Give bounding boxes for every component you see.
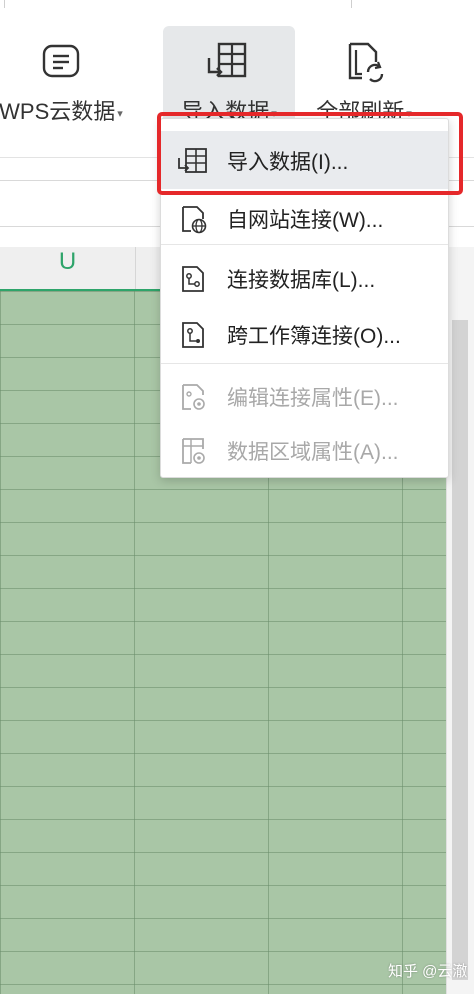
menu-item-label: 自网站连接(W)... — [227, 209, 384, 232]
menu-item-cross-workbook-connection[interactable]: 跨工作簿连接(O)... — [161, 305, 448, 363]
import-data-icon — [205, 38, 253, 89]
menu-item-database-connection[interactable]: 连接数据库(L)... — [161, 249, 448, 307]
menu-item-label: 跨工作簿连接(O)... — [227, 325, 401, 348]
cross-workbook-connection-icon — [177, 320, 209, 355]
menu-item-label: 编辑连接属性(E)... — [227, 387, 399, 410]
database-connection-icon — [177, 264, 209, 299]
column-separator[interactable] — [135, 247, 136, 289]
menu-separator — [161, 244, 448, 245]
ribbon-divider — [351, 0, 352, 8]
wps-cloud-data-button[interactable]: WPS云数据 ▾ — [0, 26, 136, 130]
highlight-annotation — [157, 112, 463, 195]
chevron-down-icon: ▾ — [117, 107, 123, 120]
ribbon-divider — [4, 0, 5, 8]
column-header-u[interactable]: U — [0, 248, 135, 276]
menu-item-label: 数据区域属性(A)... — [227, 441, 399, 464]
wps-cloud-data-label: WPS云数据 — [0, 99, 116, 124]
menu-item-connection-properties[interactable]: 编辑连接属性(E)... — [161, 367, 448, 425]
scrollbar-thumb[interactable] — [452, 320, 468, 980]
web-connection-icon — [177, 204, 209, 239]
watermark: 知乎 @云澈 — [388, 963, 468, 980]
menu-item-web-connection[interactable]: 自网站连接(W)... — [161, 189, 448, 247]
connection-properties-icon — [177, 382, 209, 417]
menu-item-data-range-properties[interactable]: 数据区域属性(A)... — [161, 421, 448, 479]
menu-separator — [161, 363, 448, 364]
menu-item-label: 连接数据库(L)... — [227, 269, 376, 292]
data-range-properties-icon — [177, 436, 209, 471]
cloud-data-icon — [38, 38, 84, 89]
refresh-all-icon — [340, 38, 388, 91]
